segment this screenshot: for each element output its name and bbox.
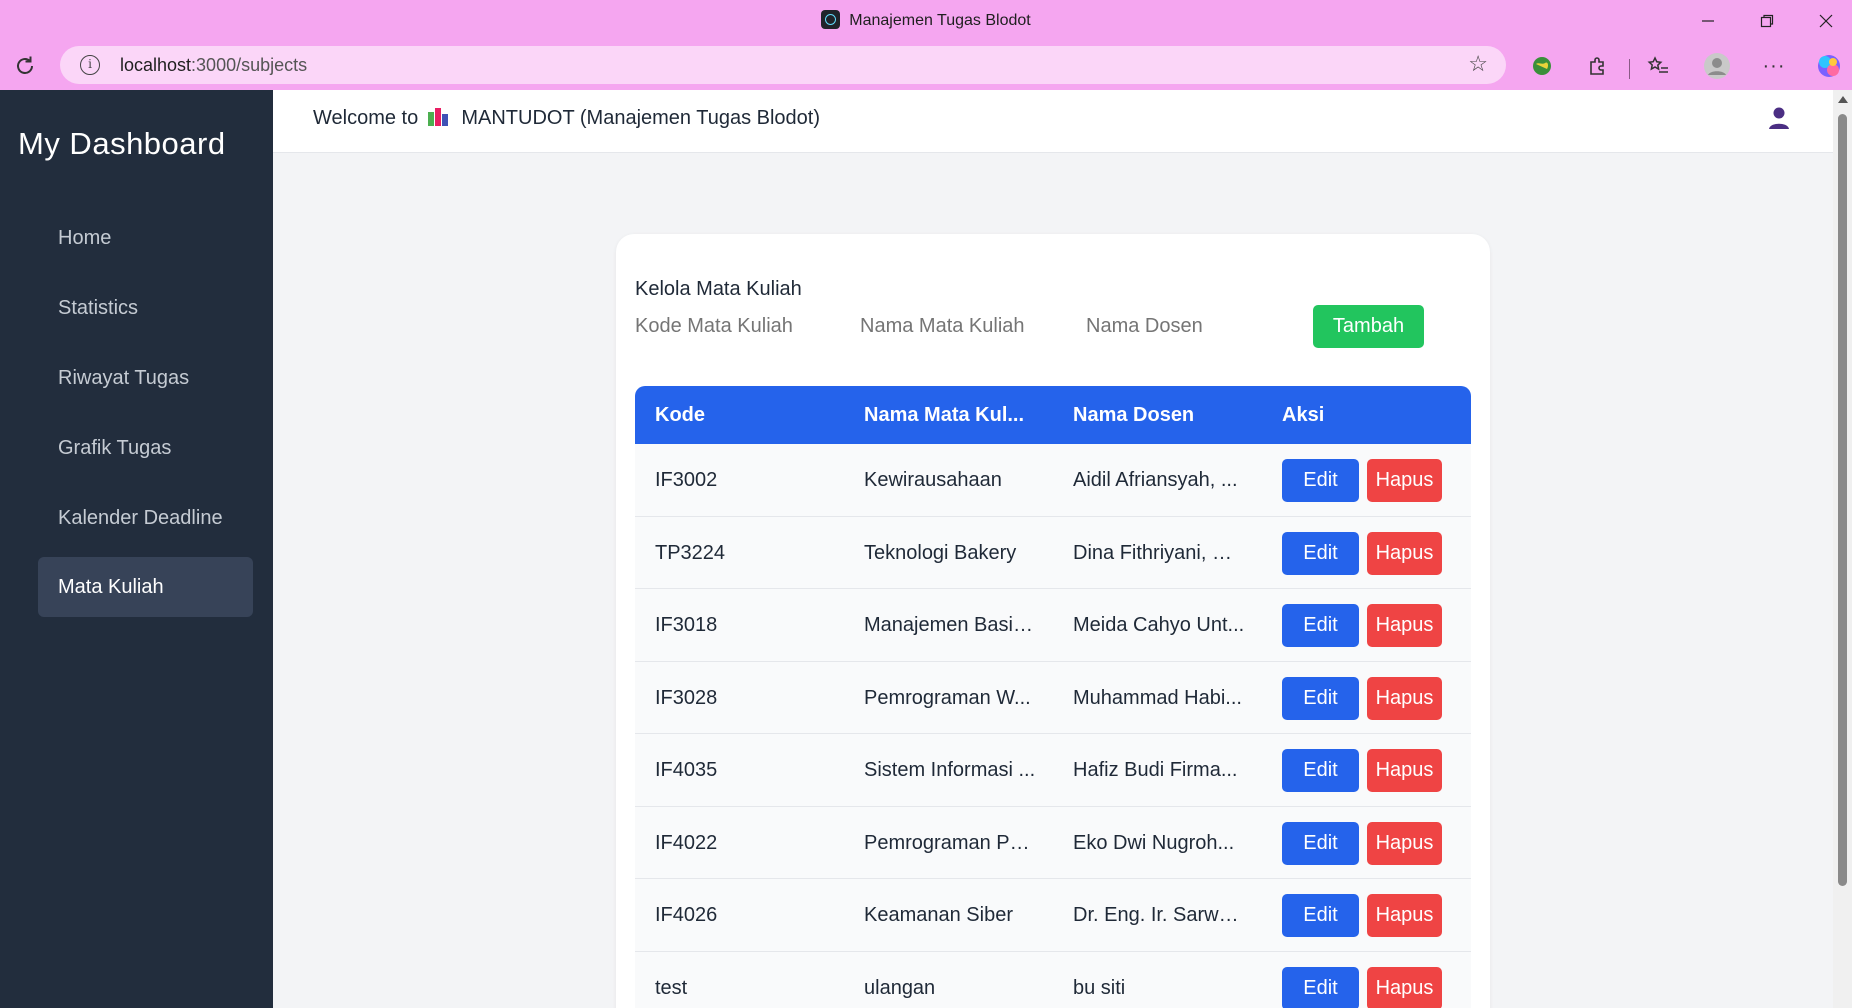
scroll-up-arrow-icon[interactable] bbox=[1838, 96, 1848, 103]
edit-button[interactable]: Edit bbox=[1282, 676, 1359, 720]
table-header: Kode Nama Mata Kul... Nama Dosen Aksi bbox=[635, 386, 1471, 444]
top-header: Welcome to MANTUDOT (Manajemen Tugas Blo… bbox=[273, 90, 1833, 153]
nama-mata-kuliah-input[interactable] bbox=[860, 306, 1060, 346]
card-title: Kelola Mata Kuliah bbox=[635, 278, 802, 300]
hapus-button[interactable]: Hapus bbox=[1367, 459, 1442, 502]
table-row: IF4035 Sistem Informasi ... Hafiz Budi F… bbox=[635, 734, 1471, 807]
cell-nama: Pemrograman W... bbox=[864, 686, 1031, 709]
welcome-prefix: Welcome to bbox=[313, 107, 419, 129]
table-row: IF3028 Pemrograman W... Muhammad Habi...… bbox=[635, 661, 1471, 734]
cell-dosen: Eko Dwi Nugroh... bbox=[1073, 831, 1235, 854]
hapus-button[interactable]: Hapus bbox=[1367, 966, 1442, 1008]
cell-kode: TP3224 bbox=[655, 541, 726, 564]
cell-nama: Teknologi Bakery bbox=[864, 541, 1017, 564]
column-header-nama: Nama Mata Kul... bbox=[864, 404, 1025, 426]
edit-button[interactable]: Edit bbox=[1282, 749, 1359, 792]
cell-nama: Keamanan Siber bbox=[864, 904, 1013, 926]
cell-kode: IF3028 bbox=[655, 686, 718, 709]
dashboard-brand: My Dashboard bbox=[18, 126, 226, 161]
edit-button[interactable]: Edit bbox=[1282, 531, 1359, 575]
table-row: test ulangan bu siti Edit Hapus bbox=[635, 951, 1471, 1008]
reload-icon[interactable] bbox=[10, 51, 40, 81]
cell-dosen: Dina Fithriyani, S.... bbox=[1073, 541, 1245, 564]
cell-nama: Sistem Informasi ... bbox=[864, 759, 1036, 781]
hapus-button[interactable]: Hapus bbox=[1367, 749, 1442, 792]
cell-kode: test bbox=[655, 976, 688, 999]
favorites-list-icon[interactable] bbox=[1641, 49, 1675, 83]
cell-dosen: Meida Cahyo Unt... bbox=[1073, 614, 1245, 636]
hapus-button[interactable]: Hapus bbox=[1367, 821, 1442, 865]
browser-titlebar: Manajemen Tugas Blodot bbox=[0, 0, 1852, 42]
tambah-button[interactable]: Tambah bbox=[1313, 305, 1424, 348]
sidebar-item-grafik-tugas[interactable]: Grafik Tugas bbox=[38, 418, 253, 478]
app-name: MANTUDOT (Manajemen Tugas Blodot) bbox=[461, 107, 821, 129]
cell-kode: IF4022 bbox=[655, 831, 718, 854]
edit-button[interactable]: Edit bbox=[1282, 894, 1359, 937]
cell-dosen: Aidil Afriansyah, ... bbox=[1073, 469, 1238, 491]
subjects-table: Kode Nama Mata Kul... Nama Dosen Aksi IF… bbox=[635, 386, 1471, 1008]
minimize-icon[interactable] bbox=[1686, 6, 1730, 36]
sidebar-item-mata-kuliah[interactable]: Mata Kuliah bbox=[38, 557, 253, 617]
table-row: IF4026 Keamanan Siber Dr. Eng. Ir. Sarwo… bbox=[635, 879, 1471, 952]
react-favicon-icon bbox=[821, 10, 841, 29]
extension-globe-icon[interactable] bbox=[1525, 49, 1559, 83]
profile-avatar-icon[interactable] bbox=[1700, 49, 1734, 83]
hapus-button[interactable]: Hapus bbox=[1367, 676, 1442, 720]
tab-title[interactable]: Manajemen Tugas Blodot bbox=[0, 10, 1852, 30]
cell-dosen: Hafiz Budi Firma... bbox=[1073, 759, 1238, 781]
welcome-text: Welcome to MANTUDOT (Manajemen Tugas Blo… bbox=[313, 107, 820, 130]
scrollbar-thumb[interactable] bbox=[1838, 114, 1847, 886]
site-info-icon[interactable]: i bbox=[80, 55, 100, 75]
tab-title-text: Manajemen Tugas Blodot bbox=[849, 12, 1031, 29]
close-icon[interactable] bbox=[1804, 6, 1848, 36]
nama-dosen-input[interactable] bbox=[1086, 306, 1286, 346]
table-row: IF3018 Manajemen Basis... Meida Cahyo Un… bbox=[635, 589, 1471, 662]
restore-icon[interactable] bbox=[1745, 6, 1789, 36]
hapus-button[interactable]: Hapus bbox=[1367, 531, 1442, 575]
table-row: IF3002 Kewirausahaan Aidil Afriansyah, .… bbox=[635, 444, 1471, 517]
more-menu-icon[interactable]: ··· bbox=[1757, 49, 1791, 83]
sidebar-item-statistics[interactable]: Statistics bbox=[38, 278, 253, 338]
sidebar-item-kalender-deadline[interactable]: Kalender Deadline bbox=[38, 488, 253, 548]
copilot-icon[interactable] bbox=[1812, 49, 1846, 83]
extensions-puzzle-icon[interactable] bbox=[1581, 49, 1615, 83]
sidebar: My Dashboard Home Statistics Riwayat Tug… bbox=[0, 90, 273, 1008]
edit-button[interactable]: Edit bbox=[1282, 459, 1359, 502]
cell-kode: IF4035 bbox=[655, 759, 718, 781]
edit-button[interactable]: Edit bbox=[1282, 604, 1359, 647]
column-header-dosen: Nama Dosen bbox=[1073, 404, 1195, 426]
subjects-card: Kelola Mata Kuliah Tambah Kode Nama Mata… bbox=[616, 234, 1490, 1008]
sidebar-item-home[interactable]: Home bbox=[38, 208, 253, 268]
page-scrollbar[interactable] bbox=[1833, 90, 1852, 1008]
cell-nama: Kewirausahaan bbox=[864, 469, 1002, 491]
cell-dosen: Dr. Eng. Ir. Sarwo... bbox=[1073, 904, 1245, 926]
cell-nama: ulangan bbox=[864, 976, 936, 999]
hapus-button[interactable]: Hapus bbox=[1367, 894, 1442, 937]
hapus-button[interactable]: Hapus bbox=[1367, 604, 1442, 647]
address-bar[interactable]: i localhost:3000/subjects ☆ bbox=[60, 46, 1506, 84]
cell-dosen: bu siti bbox=[1073, 976, 1126, 999]
cell-kode: IF4026 bbox=[655, 904, 718, 926]
cell-kode: IF3018 bbox=[655, 614, 718, 636]
kode-input[interactable] bbox=[635, 306, 835, 346]
books-icon bbox=[427, 108, 450, 126]
favorite-star-icon[interactable]: ☆ bbox=[1468, 51, 1488, 77]
cell-kode: IF3002 bbox=[655, 469, 718, 491]
table-row: IF4022 Pemrograman Pa... Eko Dwi Nugroh.… bbox=[635, 806, 1471, 879]
cell-nama: Manajemen Basis... bbox=[864, 614, 1036, 636]
column-header-aksi: Aksi bbox=[1282, 404, 1325, 426]
url-text[interactable]: localhost:3000/subjects bbox=[120, 55, 307, 76]
cell-dosen: Muhammad Habi... bbox=[1073, 686, 1242, 709]
page: My Dashboard Home Statistics Riwayat Tug… bbox=[0, 90, 1852, 1008]
cell-nama: Pemrograman Pa... bbox=[864, 831, 1036, 854]
column-header-kode: Kode bbox=[655, 404, 705, 426]
table-row: TP3224 Teknologi Bakery Dina Fithriyani,… bbox=[635, 516, 1471, 589]
edit-button[interactable]: Edit bbox=[1282, 966, 1359, 1008]
sidebar-item-riwayat-tugas[interactable]: Riwayat Tugas bbox=[38, 348, 253, 408]
user-icon[interactable] bbox=[1768, 106, 1790, 130]
browser-toolbar: i localhost:3000/subjects ☆ ··· bbox=[0, 42, 1852, 90]
toolbar-divider bbox=[1629, 59, 1630, 79]
edit-button[interactable]: Edit bbox=[1282, 821, 1359, 865]
